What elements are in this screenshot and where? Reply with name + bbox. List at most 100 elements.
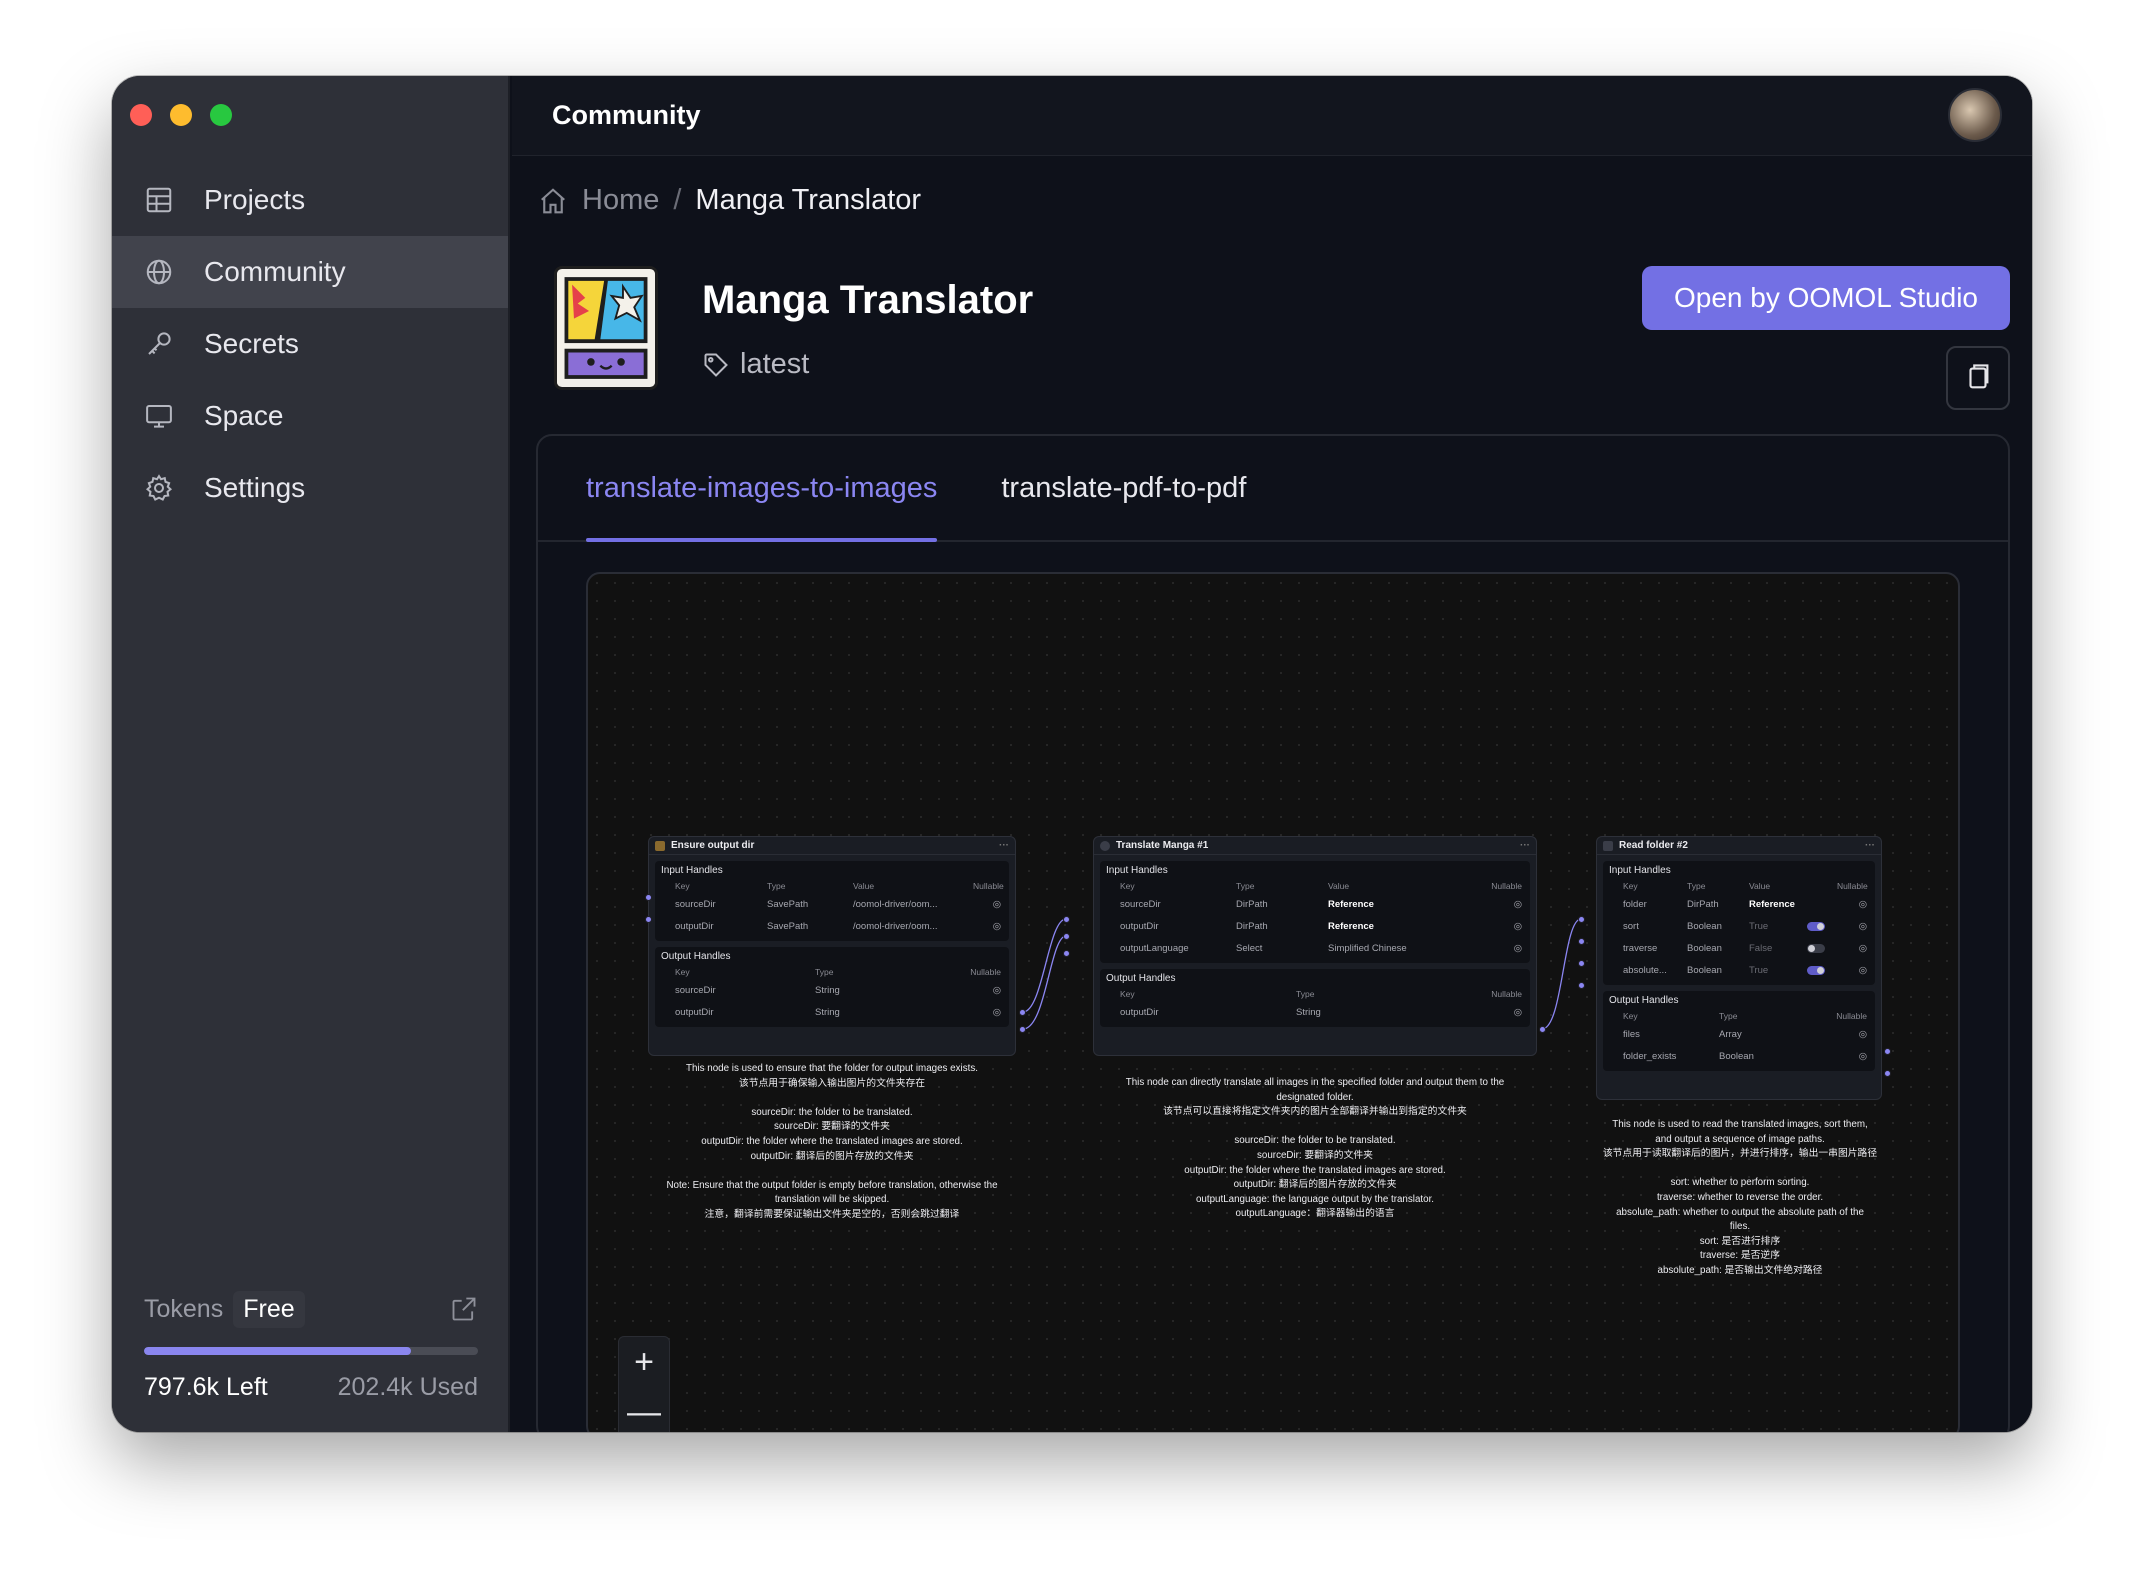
- handle-row[interactable]: sourceDir String ◎: [655, 979, 1009, 1001]
- more-icon[interactable]: ···: [999, 840, 1009, 851]
- col-header-key: Key: [675, 881, 690, 891]
- col-header-nullable: Nullable: [973, 881, 1004, 891]
- nullable-icon[interactable]: ◎: [1837, 943, 1867, 954]
- toggle-switch[interactable]: [1807, 921, 1825, 931]
- home-icon[interactable]: [538, 186, 568, 216]
- section-title: Output Handles: [1609, 994, 1679, 1006]
- nullable-icon[interactable]: ◎: [1819, 1029, 1867, 1040]
- input-port[interactable]: [1578, 982, 1585, 989]
- output-handles-section: Output Handles Key Type Nullable files A…: [1603, 991, 1875, 1071]
- nullable-icon[interactable]: ◎: [973, 899, 1001, 910]
- sidebar-item-community[interactable]: Community: [112, 236, 508, 308]
- workflow-canvas[interactable]: Ensure output dir ··· Input Handles Key …: [586, 572, 1960, 1432]
- tab-translate-images-to-images[interactable]: translate-images-to-images: [586, 436, 938, 542]
- nullable-icon[interactable]: ◎: [1458, 899, 1522, 910]
- handle-row[interactable]: files Array ◎: [1603, 1023, 1875, 1045]
- app-header: Manga Translator latest Open by OOMOL St…: [554, 266, 2010, 410]
- app-logo: [554, 266, 658, 390]
- handle-row[interactable]: sourceDir DirPath Reference ◎: [1100, 893, 1530, 915]
- nullable-icon[interactable]: ◎: [1837, 899, 1867, 910]
- nullable-icon[interactable]: ◎: [973, 921, 1001, 932]
- input-port[interactable]: [645, 894, 652, 901]
- nullable-icon[interactable]: ◎: [1819, 1051, 1867, 1062]
- handle-row[interactable]: outputDir DirPath Reference ◎: [1100, 915, 1530, 937]
- handle-row[interactable]: outputDir String ◎: [655, 1001, 1009, 1023]
- nullable-icon[interactable]: ◎: [1837, 921, 1867, 932]
- tokens-used: 202.4k Used: [337, 1373, 478, 1401]
- sidebar-item-secrets[interactable]: Secrets: [112, 308, 508, 380]
- handle-row[interactable]: outputDir SavePath /oomol-driver/oom... …: [655, 915, 1009, 937]
- section-title: Input Handles: [1106, 864, 1168, 876]
- workflow-node-ensure-output-dir[interactable]: Ensure output dir ··· Input Handles Key …: [648, 836, 1016, 1056]
- node-description: This node can directly translate all ima…: [1125, 1077, 1505, 1220]
- copy-button[interactable]: [1946, 346, 2010, 410]
- handle-row[interactable]: folder DirPath Reference ◎: [1603, 893, 1875, 915]
- input-port[interactable]: [1063, 933, 1070, 940]
- input-port[interactable]: [1063, 916, 1070, 923]
- output-handles-section: Output Handles Key Type Nullable outputD…: [1100, 969, 1530, 1027]
- input-port[interactable]: [1578, 938, 1585, 945]
- nullable-icon[interactable]: ◎: [1458, 921, 1522, 932]
- zoom-window-button[interactable]: [210, 104, 232, 126]
- sidebar-item-settings[interactable]: Settings: [112, 452, 508, 524]
- avatar[interactable]: [1948, 88, 2002, 142]
- workflow-node-translate-manga[interactable]: Translate Manga #1 ··· Input Handles Key…: [1093, 836, 1537, 1056]
- gear-icon: [144, 473, 174, 503]
- version-label: latest: [740, 348, 810, 380]
- sidebar-item-label: Community: [204, 256, 346, 287]
- window-controls: [130, 104, 232, 126]
- section-title: Input Handles: [1609, 864, 1671, 876]
- minimize-window-button[interactable]: [170, 104, 192, 126]
- nullable-icon[interactable]: ◎: [915, 1007, 1001, 1018]
- close-window-button[interactable]: [130, 104, 152, 126]
- handle-row[interactable]: absolute... Boolean True ◎: [1603, 959, 1875, 981]
- nullable-icon[interactable]: ◎: [1416, 1007, 1522, 1018]
- nullable-icon[interactable]: ◎: [915, 985, 1001, 996]
- output-port[interactable]: [1539, 1026, 1546, 1033]
- output-port[interactable]: [1884, 1070, 1891, 1077]
- workflow-node-read-folder[interactable]: Read folder #2 ··· Input Handles Key Typ…: [1596, 836, 1882, 1100]
- input-port[interactable]: [645, 916, 652, 923]
- sidebar: Projects Community Secrets Space Setting…: [112, 76, 510, 1432]
- handle-row[interactable]: outputDir String ◎: [1100, 1001, 1530, 1023]
- app-window: Projects Community Secrets Space Setting…: [112, 76, 2032, 1432]
- tab-translate-pdf-to-pdf[interactable]: translate-pdf-to-pdf: [1001, 436, 1246, 540]
- section-title: Output Handles: [661, 950, 731, 962]
- sidebar-item-space[interactable]: Space: [112, 380, 508, 452]
- zoom-in-button[interactable]: +: [619, 1337, 669, 1387]
- more-icon[interactable]: ···: [1865, 840, 1875, 851]
- toggle-switch[interactable]: [1807, 943, 1825, 953]
- sidebar-item-projects[interactable]: Projects: [112, 164, 508, 236]
- handle-row[interactable]: sourceDir SavePath /oomol-driver/oom... …: [655, 893, 1009, 915]
- globe-icon: [144, 257, 174, 287]
- node-description: This node is used to read the translated…: [1602, 1119, 1878, 1276]
- breadcrumb-home-link[interactable]: Home: [582, 184, 659, 217]
- open-in-studio-button[interactable]: Open by OOMOL Studio: [1642, 266, 2010, 330]
- app-title: Manga Translator: [702, 278, 1034, 322]
- workflow-panel: translate-images-to-images translate-pdf…: [536, 434, 2010, 1432]
- output-port[interactable]: [1019, 1009, 1026, 1016]
- node-title: Translate Manga #1: [1116, 840, 1209, 851]
- sidebar-item-label: Space: [204, 400, 284, 431]
- version-tag: latest: [702, 348, 809, 381]
- node-title: Ensure output dir: [671, 840, 755, 851]
- output-port[interactable]: [1884, 1048, 1891, 1055]
- toggle-switch[interactable]: [1807, 965, 1825, 975]
- main-area: Community Home / Manga Translator Manga …: [512, 76, 2032, 1432]
- nullable-icon[interactable]: ◎: [1458, 943, 1522, 954]
- handle-row[interactable]: outputLanguage Select Simplified Chinese…: [1100, 937, 1530, 959]
- handle-row[interactable]: traverse Boolean False ◎: [1603, 937, 1875, 959]
- nullable-icon[interactable]: ◎: [1837, 965, 1867, 976]
- input-port[interactable]: [1578, 916, 1585, 923]
- node-type-icon: [1603, 840, 1613, 851]
- handle-row[interactable]: sort Boolean True ◎: [1603, 915, 1875, 937]
- handle-row[interactable]: folder_exists Boolean ◎: [1603, 1045, 1875, 1067]
- output-port[interactable]: [1019, 1026, 1026, 1033]
- input-port[interactable]: [1063, 950, 1070, 957]
- input-handles-section: Input Handles Key Type Value Nullable fo…: [1603, 861, 1875, 985]
- monitor-icon: [144, 401, 174, 431]
- more-icon[interactable]: ···: [1520, 840, 1530, 851]
- input-port[interactable]: [1578, 960, 1585, 967]
- zoom-out-button[interactable]: —: [619, 1387, 669, 1432]
- external-link-icon[interactable]: [450, 1295, 478, 1323]
